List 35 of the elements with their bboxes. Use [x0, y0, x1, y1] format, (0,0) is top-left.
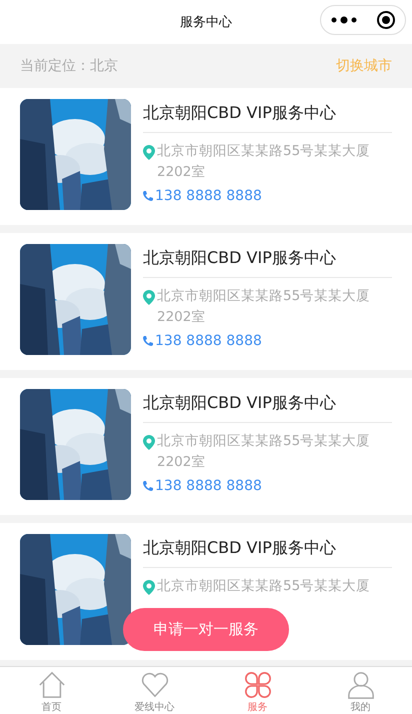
petals-icon: [244, 671, 272, 699]
person-icon: [346, 671, 374, 699]
center-card[interactable]: 北京朝阳CBD VIP服务中心 北京市朝阳区某某路55号某某大厦2202室 138 8888 8888: [0, 378, 412, 515]
close-icon[interactable]: [376, 10, 396, 30]
tab-item[interactable]: 首页: [0, 667, 103, 714]
pin-icon: [143, 145, 155, 160]
phone-icon: [143, 481, 153, 491]
center-address: 北京市朝阳区某某路55号某某大厦2202室: [157, 432, 372, 472]
tab-item[interactable]: 爱线中心: [103, 667, 206, 714]
capsule-menu[interactable]: [320, 5, 406, 35]
phone-icon: [143, 336, 153, 346]
center-address: 北京市朝阳区某某路55号某某大厦2202室: [157, 287, 372, 327]
pin-icon: [143, 290, 155, 305]
tab-item[interactable]: 我的: [309, 667, 412, 714]
heart-icon: [140, 671, 168, 699]
center-address: 北京市朝阳区某某路55号某某大厦: [157, 577, 370, 596]
center-address: 北京市朝阳区某某路55号某某大厦2202室: [157, 142, 372, 182]
phone-link[interactable]: 138 8888 8888: [155, 333, 262, 349]
phone-icon: [143, 191, 153, 201]
center-name: 北京朝阳CBD VIP服务中心: [143, 244, 392, 278]
page-title: 服务中心: [180, 14, 232, 31]
current-location: 当前定位：北京: [20, 57, 118, 75]
phone-link[interactable]: 138 8888 8888: [155, 188, 262, 204]
center-name: 北京朝阳CBD VIP服务中心: [143, 534, 392, 568]
center-card[interactable]: 北京朝阳CBD VIP服务中心 北京市朝阳区某某路55号某某大厦2202室 138 8888 8888: [0, 88, 412, 225]
center-name: 北京朝阳CBD VIP服务中心: [143, 99, 392, 133]
home-icon: [38, 671, 66, 699]
pin-icon: [143, 435, 155, 450]
center-name: 北京朝阳CBD VIP服务中心: [143, 389, 392, 423]
tab-item[interactable]: 服务: [206, 667, 309, 714]
pin-icon: [143, 580, 155, 595]
phone-link[interactable]: 138 8888 8888: [155, 478, 262, 494]
apply-service-button[interactable]: 申请一对一服务: [123, 608, 289, 651]
more-icon[interactable]: [330, 16, 356, 24]
center-card[interactable]: 北京朝阳CBD VIP服务中心 北京市朝阳区某某路55号某某大厦2202室 138 8888 8888: [0, 233, 412, 370]
